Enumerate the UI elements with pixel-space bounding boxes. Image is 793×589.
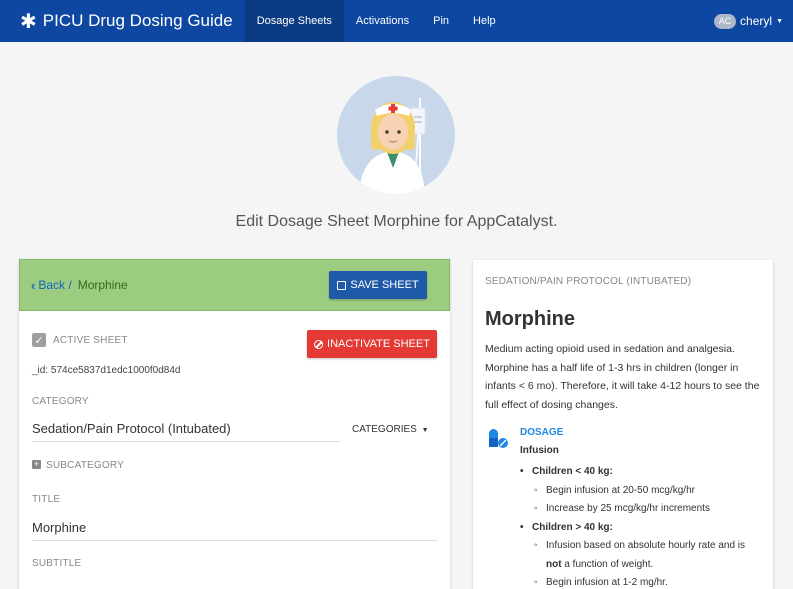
pill-icon <box>489 429 508 448</box>
nav-activations[interactable]: Activations <box>344 0 421 42</box>
categories-label: CATEGORIES <box>352 424 417 435</box>
caret-down-icon: ▼ <box>421 427 429 434</box>
page-heading: Edit Dosage Sheet Morphine for AppCataly… <box>235 213 558 230</box>
user-avatar-badge: AC <box>714 13 737 29</box>
preview-title: Morphine <box>485 308 575 330</box>
back-link[interactable]: ‹ Back / <box>31 278 72 293</box>
save-icon <box>337 280 347 290</box>
edit-form-card: ‹ Back / Morphine SAVE SHEET ✓ ACTIVE SH… <box>19 259 450 589</box>
caret-down-icon: ▼ <box>776 17 783 25</box>
categories-dropdown-button[interactable]: CATEGORIES ▼ <box>352 424 429 435</box>
ban-icon <box>314 339 324 349</box>
dosage-item-text: a function of weight. <box>564 558 654 570</box>
dosage-item: Begin infusion at 20-50 mcg/kg/hr <box>520 482 745 501</box>
category-input[interactable]: Sedation/Pain Protocol (Intubated) <box>32 421 340 442</box>
dosage-item: Infusion based on absolute hourly rate a… <box>520 537 745 574</box>
user-menu[interactable]: AC cheryl ▼ <box>714 0 783 42</box>
subcategory-label: SUBCATEGORY <box>46 460 124 471</box>
preview-description: Medium acting opioid used in sedation an… <box>485 343 760 411</box>
inactivate-sheet-button[interactable]: INACTIVATE SHEET <box>307 330 437 358</box>
breadcrumb-current: Morphine <box>77 278 128 292</box>
dosage-item-emphasis: not <box>546 558 562 570</box>
user-name: cheryl <box>740 14 773 28</box>
nav-pin[interactable]: Pin <box>421 0 461 42</box>
preview-category: SEDATION/PAIN PROTOCOL (INTUBATED) <box>485 276 692 287</box>
subtitle-label: SUBTITLE <box>32 558 82 569</box>
form-card-header: ‹ Back / Morphine SAVE SHEET <box>19 259 450 311</box>
category-label: CATEGORY <box>32 396 89 407</box>
dosage-list: Children < 40 kg: Begin infusion at 20-5… <box>520 463 745 589</box>
preview-card: SEDATION/PAIN PROTOCOL (INTUBATED) Morph… <box>473 260 773 589</box>
dosage-item-text: Infusion based on absolute hourly rate a… <box>546 540 746 551</box>
top-navbar: ✱ PICU Drug Dosing Guide Dosage Sheets A… <box>0 0 793 42</box>
active-sheet-label: ACTIVE SHEET <box>53 335 128 346</box>
sheet-id: _id: 574ce5837d1edc1000f0d84d <box>32 365 181 376</box>
save-sheet-label: SAVE SHEET <box>350 279 419 291</box>
brand-title: PICU Drug Dosing Guide <box>42 11 233 30</box>
dosage-group-title: Children > 40 kg: <box>520 519 745 538</box>
dosage-item: Increase by 25 mcg/kg/hr increments <box>520 500 745 519</box>
plus-square-icon[interactable]: + <box>32 460 41 469</box>
active-sheet-checkbox[interactable]: ✓ <box>32 333 46 347</box>
dosage-item: Begin infusion at 1-2 mg/hr. <box>520 574 745 589</box>
save-sheet-button[interactable]: SAVE SHEET <box>329 271 427 299</box>
asterisk-icon: ✱ <box>20 9 37 33</box>
chevron-left-icon: ‹ <box>31 277 36 293</box>
nurse-avatar-image <box>337 76 455 194</box>
check-icon: ✓ <box>34 334 44 347</box>
inactivate-sheet-label: INACTIVATE SHEET <box>327 338 430 350</box>
dosage-group-title: Children < 40 kg: <box>520 463 745 482</box>
title-label: TITLE <box>32 494 61 505</box>
nav-dosage-sheets[interactable]: Dosage Sheets <box>244 0 344 42</box>
nav-help[interactable]: Help <box>461 0 508 42</box>
back-label: Back / <box>38 278 72 292</box>
brand-link[interactable]: ✱ PICU Drug Dosing Guide <box>0 0 245 42</box>
dosage-heading: DOSAGE <box>520 427 564 438</box>
title-input[interactable]: Morphine <box>32 520 437 541</box>
dosage-subheading: Infusion <box>520 445 559 456</box>
